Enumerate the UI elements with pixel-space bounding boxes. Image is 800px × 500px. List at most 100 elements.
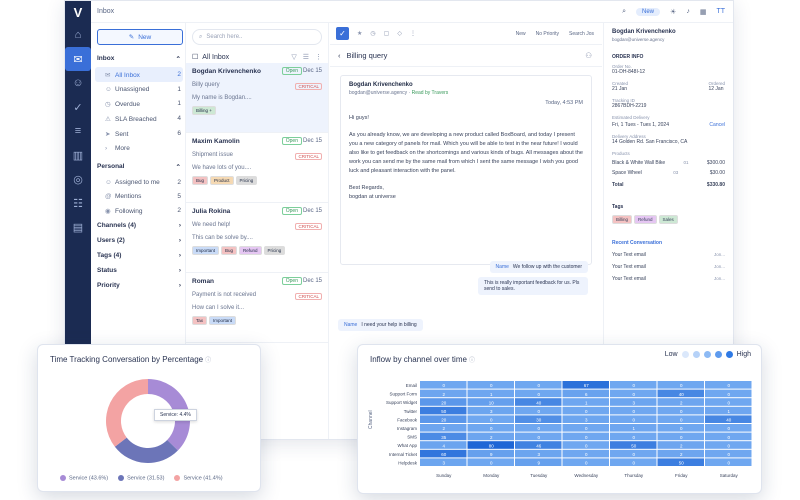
sidebar-group-4[interactable]: Priority › (95, 278, 183, 293)
tag-chip[interactable]: Important (209, 316, 237, 325)
legend-swatch (60, 475, 66, 481)
new-button-label: New (138, 33, 152, 41)
heatmap-row-label: Email (406, 383, 417, 388)
heatmap-chart: ChannelEmail 0 0 0 67 0 0 0Support Form 2 1 0 6 0 40 0… (368, 381, 752, 478)
grid-icon[interactable]: ▦ (700, 8, 707, 16)
sidebar-group-2[interactable]: Tags (4) › (95, 248, 183, 263)
broadcast-icon[interactable]: ◎ (65, 167, 91, 191)
tag-chip[interactable]: Product (210, 176, 234, 185)
contact-tag[interactable]: Refund (634, 215, 657, 224)
home-icon[interactable]: ⌂ (65, 23, 91, 47)
cancel-button[interactable]: Cancel (709, 122, 725, 128)
note-text: I need your help in billing (361, 322, 417, 328)
checkbox-icon[interactable]: ☐ (192, 53, 198, 61)
sidebar-item-sent[interactable]: ➤ Sent 6 (95, 126, 183, 141)
tag-chip[interactable]: Bug (221, 246, 238, 255)
heatmap-card: Inflow by channel over time ⓘ Low High Ch… (357, 344, 762, 494)
inbox-icon[interactable]: ✉ (65, 47, 91, 71)
archive-icon[interactable]: ▢ (384, 30, 390, 37)
user-icon: ☺ (105, 85, 112, 93)
tag-chip[interactable]: Billing + (192, 106, 216, 115)
sidebar-item-label: ☺ Assigned to me (105, 179, 160, 186)
recent-conversation[interactable]: Your Text email Jon... (612, 276, 725, 282)
sidebar-item-assigned-to-me[interactable]: ☺ Assigned to me 2 (95, 175, 183, 189)
new-button[interactable]: ✎ New (97, 29, 183, 45)
tag-chip[interactable]: Pricing (235, 176, 258, 185)
sidebar-item-count: 2 (177, 71, 181, 78)
tag-chip[interactable]: Bug (192, 176, 209, 185)
inbox-group-header[interactable]: Inbox ⌃ (95, 51, 183, 67)
sidebar-item-overdue[interactable]: ◷ Overdue 1 (95, 96, 183, 111)
bulb-icon[interactable]: ☀ (670, 8, 676, 16)
personal-group-header[interactable]: Personal ⌃ (95, 159, 183, 175)
sidebar-group-3[interactable]: Status › (95, 263, 183, 278)
search-icon[interactable]: ⌕ (622, 8, 626, 16)
sidebar-item-following[interactable]: ◉ Following 2 (95, 203, 183, 218)
conversation-item[interactable]: Maxim Kamolin Open Dec 15 Shipment issue CRI… (186, 133, 328, 203)
avatar[interactable]: TT (716, 8, 725, 15)
assign-icon[interactable]: ⚇ (585, 51, 592, 60)
clock-icon: ◷ (105, 100, 111, 108)
bank-icon[interactable]: ▥ (65, 143, 91, 167)
sidebar-item-sla-breached[interactable]: ⚠ SLA Breached 4 (95, 111, 183, 126)
legend-swatch (174, 475, 181, 481)
legend-item: Service (31.53) (118, 475, 164, 481)
layers-icon[interactable]: ≡ (65, 119, 91, 143)
filter-dropdown[interactable]: Search Jos (569, 31, 594, 37)
search-field[interactable]: ⌕ Search here.. (192, 29, 322, 45)
estimated-label: Estimated Delivery (612, 115, 650, 120)
sidebar-group-0[interactable]: Channels (4) › (95, 218, 183, 233)
bell-icon[interactable]: ♪ (686, 8, 690, 15)
star-icon[interactable]: ★ (357, 30, 362, 37)
recent-conversation[interactable]: Your Text email Jon... (612, 264, 725, 270)
view-icon[interactable]: ☰ (303, 53, 309, 61)
tasks-icon[interactable]: ✓ (65, 95, 91, 119)
new-badge[interactable]: New (636, 7, 661, 16)
note-author: Name (495, 264, 509, 270)
more-icon[interactable]: ⋮ (410, 30, 416, 37)
donut-tooltip: Service: 4.4% (154, 409, 197, 421)
filter-dropdown[interactable]: New (516, 31, 526, 37)
heatmap-cell-value: 60 (441, 452, 447, 457)
sidebar-item-text: Unassigned (115, 85, 150, 93)
sidebar-item-more[interactable]: › More (95, 141, 183, 155)
more-icon[interactable]: ⋮ (315, 53, 322, 61)
conversation-tags: Tax Important (192, 316, 322, 325)
contact-tag[interactable]: Billing (612, 215, 633, 224)
heatmap-row-label: Support Widget (386, 400, 418, 405)
sidebar-group-1[interactable]: Users (2) › (95, 233, 183, 248)
select-check-icon[interactable]: ✓ (336, 27, 349, 40)
contacts-icon[interactable]: ☺ (65, 71, 91, 95)
back-icon[interactable]: ‹ (338, 51, 341, 60)
conversation-item[interactable]: Roman Open Dec 15 Payment is not received CR… (186, 273, 328, 343)
sidebar-item-all-inbox[interactable]: ✉ All Inbox 2 (95, 67, 183, 82)
filter-icon[interactable]: ▽ (291, 53, 296, 61)
compose-icon: ✎ (128, 34, 135, 41)
tag-chip[interactable]: Important (192, 246, 220, 255)
contact-tag[interactable]: Sales (658, 215, 678, 224)
tag-chip[interactable]: Refund (239, 246, 262, 255)
team-icon[interactable]: ☷ (65, 191, 91, 215)
filter-dropdown[interactable]: No Priority (536, 31, 559, 37)
address-value: 14 Golden Rd. San Francisco, CA (612, 139, 688, 145)
tag-icon[interactable]: ◇ (397, 30, 402, 37)
conversation-item[interactable]: Bogdan Krivenchenko Open Dec 15 Billy query… (186, 63, 328, 133)
sidebar-item-label: ☺ Unassigned (105, 86, 149, 93)
recent-label: Recent Conversation (612, 240, 663, 246)
donut-slice[interactable] (114, 437, 178, 463)
heatmap-col-label: Monday (483, 473, 500, 478)
reports-icon[interactable]: ▤ (65, 215, 91, 239)
donut-slice[interactable] (106, 379, 148, 447)
conversation-tags: Bug Product Pricing (192, 176, 322, 185)
clock-icon[interactable]: ◷ (370, 30, 375, 37)
sidebar-item-mentions[interactable]: @ Mentions 5 (95, 189, 183, 203)
tag-chip[interactable]: Tax (192, 316, 208, 325)
conversation-item[interactable]: Julia Rokina Open Dec 15 We need help! CRITI… (186, 203, 328, 273)
tag-chip[interactable]: Pricing (263, 246, 286, 255)
eye-icon: ◉ (105, 207, 111, 215)
heatmap-cell-value: 10 (489, 400, 495, 405)
outgoing-note: Name We follow up with the customer (489, 261, 588, 273)
recent-conversation[interactable]: Your Text email Jon... (612, 252, 725, 258)
sidebar-item-unassigned[interactable]: ☺ Unassigned 1 (95, 82, 183, 96)
product-price: $30.00 (709, 170, 725, 176)
